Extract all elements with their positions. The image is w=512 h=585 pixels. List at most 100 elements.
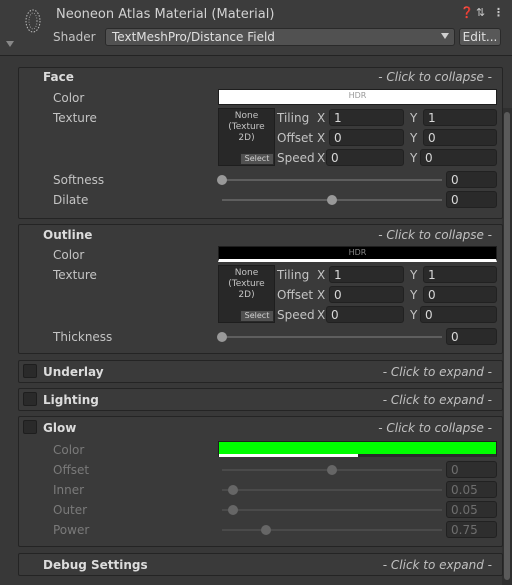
underlay-checkbox[interactable] [23, 364, 37, 378]
material-sphere-icon [25, 9, 41, 33]
shader-label: Shader [53, 30, 96, 44]
outline-collapse-hint[interactable]: - Click to collapse - [378, 228, 492, 242]
y-label: Y [410, 111, 418, 125]
face-color-swatch[interactable]: HDR [218, 89, 497, 105]
face-title[interactable]: Face [43, 70, 74, 84]
face-softness-field[interactable]: 0 [446, 171, 497, 188]
x-label: X [317, 151, 326, 165]
face-offset-x-field[interactable]: 0 [329, 129, 404, 146]
outline-offset-y-field[interactable]: 0 [423, 286, 497, 303]
glow-offset-field[interactable]: 0 [446, 461, 497, 478]
texture-none-label: None (Texture 2D) [228, 111, 265, 143]
help-icon[interactable]: ❓ [460, 6, 474, 19]
lighting-expand-hint[interactable]: - Click to expand - [383, 393, 492, 407]
underlay-expand-hint[interactable]: - Click to expand - [383, 365, 492, 379]
y-label: Y [410, 308, 418, 322]
outline-texture-slot[interactable]: None (Texture 2D) Select [218, 265, 275, 323]
glow-power-field[interactable]: 0.75 [446, 521, 497, 538]
face-offset-y-field[interactable]: 0 [423, 129, 497, 146]
face-tiling-y-field[interactable]: 1 [423, 109, 497, 126]
face-texture-slot[interactable]: None (Texture 2D) Select [218, 108, 275, 166]
glow-title[interactable]: Glow [43, 421, 76, 435]
outline-tiling-x-field[interactable]: 1 [329, 266, 404, 283]
outline-color-label: Color [53, 248, 85, 262]
outline-title[interactable]: Outline [43, 228, 92, 242]
y-label: Y [410, 151, 418, 165]
hdr-label: HDR [348, 91, 367, 100]
hdr-label: HDR [348, 248, 367, 257]
outline-thickness-label: Thickness [53, 330, 113, 344]
underlay-title[interactable]: Underlay [43, 365, 104, 379]
material-title: Neoneon Atlas Material (Material) [56, 7, 275, 22]
outline-offset-x-field[interactable]: 0 [329, 286, 404, 303]
material-header: Neoneon Atlas Material (Material) ❓ ⇅ ⋮ … [0, 0, 512, 56]
x-label: X [317, 111, 326, 125]
edit-shader-button[interactable]: Edit... [459, 28, 501, 46]
menu-icon[interactable]: ⋮ [493, 6, 504, 19]
glow-outer-field[interactable]: 0.05 [446, 501, 497, 518]
slider-knob[interactable] [327, 195, 337, 205]
outline-speed-y-field[interactable]: 0 [420, 306, 497, 323]
glow-inner-label: Inner [53, 483, 85, 497]
glow-offset-slider[interactable] [222, 465, 442, 475]
slider-knob[interactable] [217, 332, 227, 342]
x-label: X [317, 288, 326, 302]
glow-power-slider[interactable] [222, 525, 442, 535]
shader-dropdown[interactable]: TextMeshPro/Distance Field [105, 28, 455, 46]
glow-color-label: Color [53, 443, 85, 457]
outline-tiling-y-field[interactable]: 1 [423, 266, 497, 283]
debug-expand-hint[interactable]: - Click to expand - [383, 558, 492, 572]
shader-value: TextMeshPro/Distance Field [112, 30, 275, 44]
preset-icon[interactable]: ⇅ [476, 6, 485, 19]
lighting-title[interactable]: Lighting [43, 393, 99, 407]
y-label: Y [410, 268, 418, 282]
face-dilate-field[interactable]: 0 [446, 191, 497, 208]
face-offset-label: Offset [277, 131, 314, 145]
outline-color-swatch[interactable]: HDR [218, 246, 497, 262]
glow-outer-slider[interactable] [222, 505, 442, 515]
glow-color-swatch[interactable] [218, 441, 497, 457]
face-texture-label: Texture [53, 111, 97, 125]
lighting-checkbox[interactable] [23, 392, 37, 406]
slider-knob[interactable] [217, 175, 227, 185]
outline-tiling-label: Tiling [277, 268, 310, 282]
face-collapse-hint[interactable]: - Click to collapse - [378, 70, 492, 84]
face-speed-label: Speed [277, 151, 315, 165]
glow-outer-label: Outer [53, 503, 88, 517]
slider-knob[interactable] [228, 485, 238, 495]
glow-checkbox[interactable] [23, 420, 37, 434]
face-tiling-x-field[interactable]: 1 [329, 109, 404, 126]
y-label: Y [410, 288, 418, 302]
debug-title[interactable]: Debug Settings [43, 558, 148, 572]
outline-thickness-field[interactable]: 0 [446, 328, 497, 345]
slider-knob[interactable] [261, 525, 271, 535]
glow-inner-field[interactable]: 0.05 [446, 481, 497, 498]
x-label: X [317, 268, 326, 282]
glow-offset-label: Offset [53, 463, 90, 477]
face-dilate-label: Dilate [53, 193, 89, 207]
glow-collapse-hint[interactable]: - Click to collapse - [378, 421, 492, 435]
x-label: X [317, 308, 326, 322]
texture-none-label: None (Texture 2D) [228, 268, 265, 300]
foldout-triangle-icon[interactable] [6, 41, 14, 47]
face-speed-x-field[interactable]: 0 [326, 149, 404, 166]
face-softness-slider[interactable] [217, 175, 442, 185]
y-label: Y [410, 131, 418, 145]
face-speed-y-field[interactable]: 0 [420, 149, 497, 166]
outline-texture-label: Texture [53, 268, 97, 282]
face-tiling-label: Tiling [277, 111, 310, 125]
glow-inner-slider[interactable] [222, 485, 442, 495]
chevron-down-icon [441, 33, 449, 39]
outline-speed-x-field[interactable]: 0 [326, 306, 404, 323]
slider-knob[interactable] [228, 505, 238, 515]
outline-speed-label: Speed [277, 308, 315, 322]
alpha-bar [219, 454, 358, 457]
slider-knob[interactable] [327, 465, 337, 475]
face-texture-select-button[interactable]: Select [240, 153, 274, 165]
outline-offset-label: Offset [277, 288, 314, 302]
outline-texture-select-button[interactable]: Select [240, 310, 274, 322]
scrollbar-thumb[interactable] [504, 112, 510, 580]
outline-thickness-slider[interactable] [217, 332, 442, 342]
glow-power-label: Power [53, 523, 90, 537]
face-dilate-slider[interactable] [222, 195, 442, 205]
